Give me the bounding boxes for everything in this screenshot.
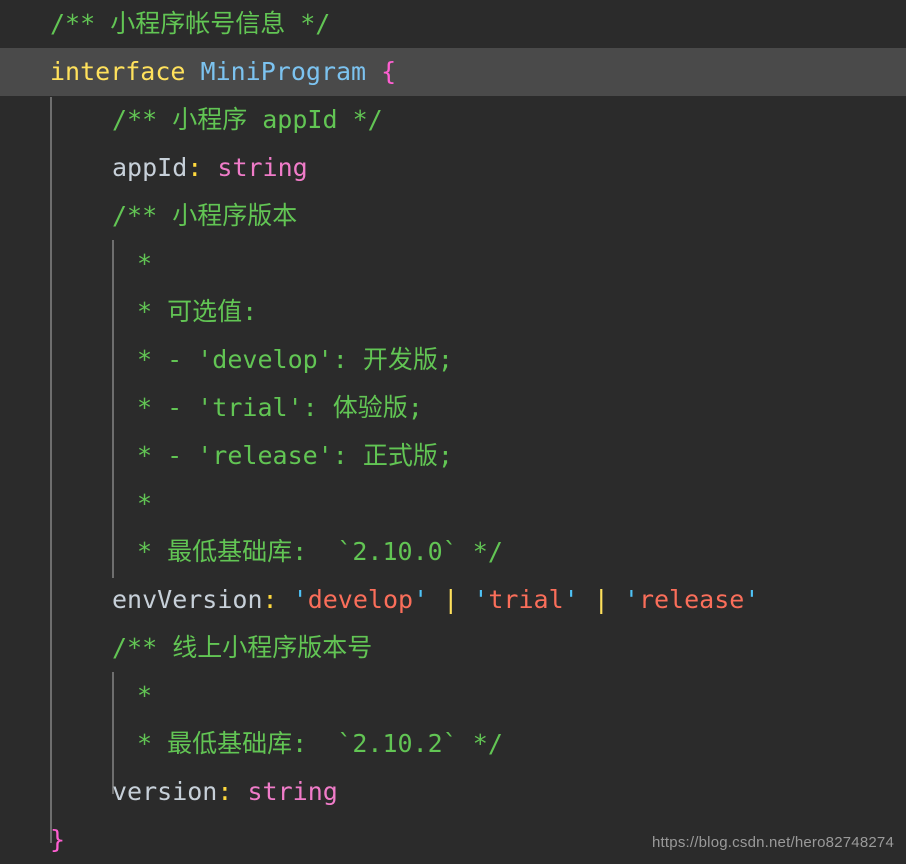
string-literal-develop-token: develop [307, 585, 414, 614]
comment-token: * 最低基础库: `2.10.2` */ [122, 729, 503, 758]
close-brace-token: } [50, 825, 66, 854]
string-quote-token: ' [623, 585, 639, 614]
comment-token: /** 小程序版本 [112, 201, 298, 230]
colon-token: : [187, 153, 203, 182]
code-line-9[interactable]: * - 'trial': 体验版; [0, 384, 906, 432]
comment-token: * - 'trial': 体验版; [122, 393, 423, 422]
code-line-10[interactable]: * - 'release': 正式版; [0, 432, 906, 480]
property-envversion-token: envVersion [112, 585, 263, 614]
code-line-7[interactable]: * 可选值: [0, 288, 906, 336]
code-line-2-active[interactable]: interface MiniProgram { [0, 48, 906, 96]
open-brace-token: { [381, 57, 397, 86]
string-quote-token: ' [292, 585, 308, 614]
code-line-3[interactable]: /** 小程序 appId */ [0, 96, 906, 144]
code-line-15[interactable]: * [0, 672, 906, 720]
code-line-17[interactable]: version: string [0, 768, 906, 816]
union-pipe-token: | [443, 585, 459, 614]
colon-token: : [262, 585, 278, 614]
watermark-url: https://blog.csdn.net/hero82748274 [652, 834, 894, 851]
code-line-5[interactable]: /** 小程序版本 [0, 192, 906, 240]
code-line-8[interactable]: * - 'develop': 开发版; [0, 336, 906, 384]
keyword-interface-token: interface [50, 57, 186, 86]
comment-token: * [122, 249, 153, 278]
code-line-14[interactable]: /** 线上小程序版本号 [0, 624, 906, 672]
property-version-token: version [112, 777, 218, 806]
code-line-4[interactable]: appId: string [0, 144, 906, 192]
comment-token: /** 小程序帐号信息 */ [50, 9, 331, 38]
comment-token: * - 'release': 正式版; [122, 441, 453, 470]
code-line-16[interactable]: * 最低基础库: `2.10.2` */ [0, 720, 906, 768]
string-quote-token: ' [413, 585, 429, 614]
comment-token: * 可选值: [122, 297, 258, 326]
string-quote-token: ' [563, 585, 579, 614]
union-pipe-token: | [593, 585, 609, 614]
code-line-12[interactable]: * 最低基础库: `2.10.0` */ [0, 528, 906, 576]
code-line-13[interactable]: envVersion: 'develop' | 'trial' | 'relea… [0, 576, 906, 624]
type-name-token: MiniProgram [200, 57, 367, 86]
comment-token: /** 小程序 appId */ [112, 105, 383, 134]
string-literal-release-token: release [638, 585, 745, 614]
code-line-11[interactable]: * [0, 480, 906, 528]
comment-token: /** 线上小程序版本号 [112, 633, 373, 662]
property-appid-token: appId [112, 153, 188, 182]
code-line-1[interactable]: /** 小程序帐号信息 */ [0, 0, 906, 48]
primitive-type-token: string [247, 777, 338, 806]
string-quote-token: ' [473, 585, 489, 614]
colon-token: : [217, 777, 233, 806]
string-quote-token: ' [744, 585, 760, 614]
code-line-6[interactable]: * [0, 240, 906, 288]
code-editor-viewport[interactable]: /** 小程序帐号信息 */ interface MiniProgram { /… [0, 0, 906, 861]
comment-token: * 最低基础库: `2.10.0` */ [122, 537, 503, 566]
comment-token: * [122, 489, 153, 518]
comment-token: * [122, 681, 153, 710]
string-literal-trial-token: trial [488, 585, 564, 614]
comment-token: * - 'develop': 开发版; [122, 345, 453, 374]
primitive-type-token: string [217, 153, 308, 182]
